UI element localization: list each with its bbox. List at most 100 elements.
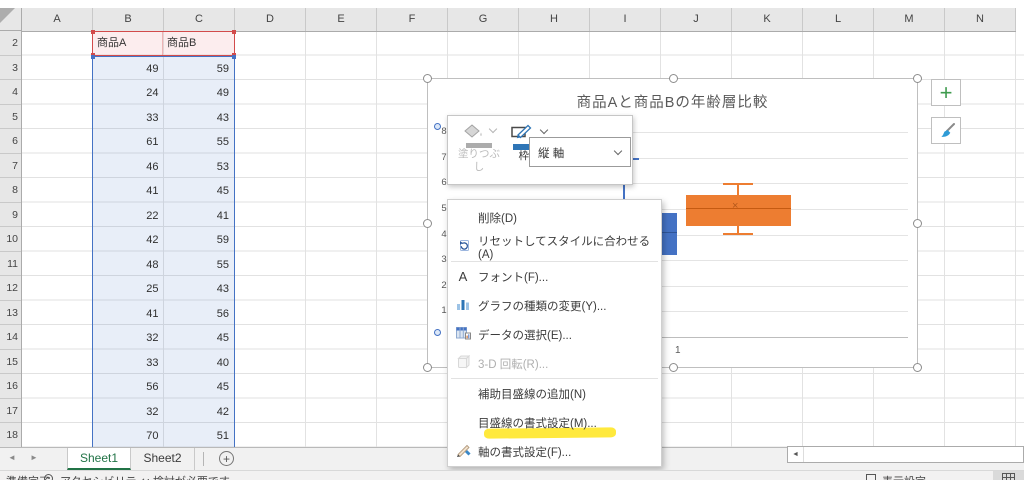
row-header-14[interactable]: 14: [0, 325, 21, 350]
chart-resize-handle[interactable]: [669, 74, 678, 83]
row-header-9[interactable]: 9: [0, 203, 21, 227]
series-values-range[interactable]: 49 59 24 49 33 43 61 55 46 53 41 45 22 41 42 59 48 55 25 43…: [91, 54, 236, 451]
cell[interactable]: 55: [164, 130, 235, 155]
chart-resize-handle[interactable]: [423, 219, 432, 228]
column-header-F[interactable]: F: [377, 8, 448, 31]
menu-item-3-D 回転[interactable]: 3-D 回転(R)...: [448, 349, 661, 378]
x-axis-tick-label[interactable]: 1: [675, 345, 681, 356]
cell[interactable]: 59: [164, 228, 235, 253]
cell[interactable]: 43: [164, 277, 235, 302]
cell[interactable]: 43: [164, 106, 235, 131]
chart-styles-button[interactable]: [931, 117, 961, 144]
row-header-17[interactable]: 17: [0, 399, 21, 423]
cell[interactable]: 25: [93, 277, 164, 302]
row-header-13[interactable]: 13: [0, 301, 21, 325]
menu-item-補助目盛線の追加[interactable]: 補助目盛線の追加(N): [448, 379, 661, 408]
column-header-B[interactable]: B: [93, 8, 164, 31]
cell[interactable]: 53: [164, 155, 235, 180]
chart-resize-handle[interactable]: [669, 363, 678, 372]
row-header-10[interactable]: 10: [0, 227, 21, 252]
column-header-A[interactable]: A: [22, 8, 93, 31]
column-header-G[interactable]: G: [448, 8, 519, 31]
cell[interactable]: 56: [93, 375, 164, 400]
cell[interactable]: 45: [164, 326, 235, 351]
chart-resize-handle[interactable]: [423, 74, 432, 83]
column-header-L[interactable]: L: [803, 8, 874, 31]
range-handle[interactable]: [91, 30, 95, 34]
row-header-3[interactable]: 3: [0, 56, 21, 80]
add-sheet-button[interactable]: +: [219, 451, 234, 466]
cell[interactable]: 45: [164, 375, 235, 400]
column-header-H[interactable]: H: [519, 8, 590, 31]
row-header-18[interactable]: 18: [0, 423, 21, 448]
cell[interactable]: 70: [93, 424, 164, 449]
menu-item-軸の書式設定[interactable]: 軸の書式設定(F)...: [448, 437, 661, 466]
column-header-D[interactable]: D: [235, 8, 306, 31]
chart-elements-button[interactable]: +: [931, 79, 961, 106]
chart-resize-handle[interactable]: [913, 74, 922, 83]
row-header-4[interactable]: 4: [0, 80, 21, 105]
cell[interactable]: 49: [164, 81, 235, 106]
scroll-left-button[interactable]: ◄: [788, 447, 804, 462]
next-sheet-icon[interactable]: ►: [30, 453, 38, 462]
cell[interactable]: 24: [93, 81, 164, 106]
cell[interactable]: 49: [93, 57, 164, 82]
chart-resize-handle[interactable]: [913, 219, 922, 228]
prev-sheet-icon[interactable]: ◄: [8, 453, 16, 462]
row-header-8[interactable]: 8: [0, 178, 21, 203]
select-all-corner[interactable]: [0, 8, 22, 31]
menu-item-目盛線の書式設定[interactable]: 目盛線の書式設定(M)...: [448, 408, 661, 439]
cell[interactable]: 42: [164, 400, 235, 425]
menu-item-フォント[interactable]: A フォント(F)...: [448, 262, 661, 291]
cell[interactable]: 42: [93, 228, 164, 253]
row-header-6[interactable]: 6: [0, 129, 21, 154]
row-header-5[interactable]: 5: [0, 105, 21, 129]
cell[interactable]: 48: [93, 253, 164, 278]
series-b-whisker-cap[interactable]: [723, 183, 753, 185]
column-header-C[interactable]: C: [164, 8, 235, 31]
column-header-K[interactable]: K: [732, 8, 803, 31]
tab-sheet1[interactable]: Sheet1: [67, 448, 131, 470]
cell[interactable]: 32: [93, 400, 164, 425]
row-header-11[interactable]: 11: [0, 252, 21, 276]
row-header-2[interactable]: 2: [0, 31, 21, 56]
chart-resize-handle[interactable]: [913, 363, 922, 372]
range-handle[interactable]: [232, 54, 236, 59]
row-header-7[interactable]: 7: [0, 154, 21, 178]
cell[interactable]: 45: [164, 179, 235, 204]
cell[interactable]: 33: [93, 106, 164, 131]
cell[interactable]: 32: [93, 326, 164, 351]
cell-c2[interactable]: 商品B: [163, 32, 234, 55]
menu-item-グラフの種類の変更[interactable]: グラフの種類の変更(Y)...: [448, 291, 661, 320]
cell-b2[interactable]: 商品A: [93, 32, 164, 55]
accessibility-status[interactable]: アクセシビリティ: 検討が必要です: [60, 473, 230, 480]
axis-selection-handle[interactable]: [434, 329, 441, 336]
column-header-N[interactable]: N: [945, 8, 1016, 31]
menu-item-削除[interactable]: 削除(D): [448, 203, 661, 232]
cell[interactable]: 40: [164, 351, 235, 376]
tab-sheet2[interactable]: Sheet2: [131, 448, 195, 470]
row-header-15[interactable]: 15: [0, 350, 21, 374]
menu-item-データの選択[interactable]: データの選択(E)...: [448, 320, 661, 349]
cell[interactable]: 41: [93, 179, 164, 204]
cell[interactable]: 33: [93, 351, 164, 376]
chart-resize-handle[interactable]: [423, 363, 432, 372]
cell[interactable]: 41: [93, 302, 164, 327]
cell[interactable]: 56: [164, 302, 235, 327]
range-handle[interactable]: [232, 30, 236, 34]
series-b-whisker-cap[interactable]: [723, 233, 753, 235]
range-handle[interactable]: [91, 54, 95, 59]
cell[interactable]: 61: [93, 130, 164, 155]
row-header-12[interactable]: 12: [0, 276, 21, 301]
horizontal-scrollbar[interactable]: ◄: [787, 446, 1024, 463]
chart-title[interactable]: 商品Aと商品Bの年齢層比較: [428, 91, 917, 112]
cell[interactable]: 55: [164, 253, 235, 278]
row-header-16[interactable]: 16: [0, 374, 21, 399]
series-b-box[interactable]: ×: [686, 195, 791, 226]
cell[interactable]: 51: [164, 424, 235, 449]
display-settings-button[interactable]: 表示設定: [882, 473, 926, 480]
column-header-I[interactable]: I: [590, 8, 661, 31]
chart-element-selector[interactable]: 縦 軸: [529, 137, 631, 167]
column-header-J[interactable]: J: [661, 8, 732, 31]
cell[interactable]: 59: [164, 57, 235, 82]
